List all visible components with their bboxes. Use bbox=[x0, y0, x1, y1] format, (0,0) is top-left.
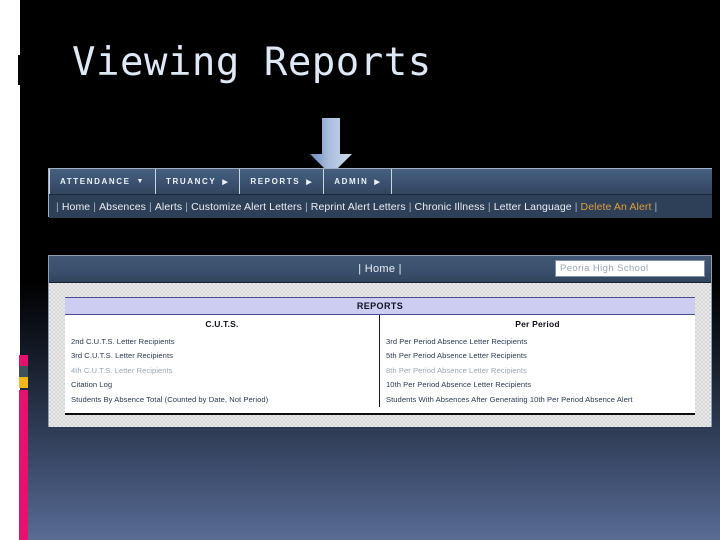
menubar-filler bbox=[392, 169, 712, 194]
report-link-3rd-cuts[interactable]: 3rd C.U.T.S. Letter Recipients bbox=[71, 349, 379, 364]
report-link-5th-per-period[interactable]: 5th Per Period Absence Letter Recipients bbox=[386, 349, 695, 364]
submenu-separator: | bbox=[56, 200, 59, 213]
school-select-value: Peoria High School bbox=[560, 263, 649, 274]
reports-column-cuts-header: C.U.T.S. bbox=[205, 319, 239, 329]
main-menubar: ATTENDANCE ▼ TRUANCY ▶ REPORTS ▶ ADMIN ▶ bbox=[49, 169, 712, 195]
menu-item-admin[interactable]: ADMIN ▶ bbox=[324, 169, 393, 194]
report-link-students-with-absences-after-10th[interactable]: Students With Absences After Generating … bbox=[386, 392, 695, 407]
app-topbar: | Home | Peoria High School bbox=[49, 256, 711, 283]
reports-table: REPORTS C.U.T.S. 2nd C.U.T.S. Letter Rec… bbox=[65, 297, 695, 415]
report-link-2nd-cuts[interactable]: 2nd C.U.T.S. Letter Recipients bbox=[71, 334, 379, 349]
submenu-item-alerts[interactable]: Alerts bbox=[155, 201, 182, 213]
submenu-item-customize-alert-letters[interactable]: Customize Alert Letters bbox=[191, 201, 302, 213]
chevron-right-icon: ▶ bbox=[306, 178, 314, 186]
menu-item-truancy-label: TRUANCY bbox=[166, 177, 217, 186]
menu-item-reports[interactable]: REPORTS ▶ bbox=[240, 169, 325, 194]
report-link-4th-cuts[interactable]: 4th C.U.T.S. Letter Recipients bbox=[71, 363, 379, 378]
submenu-item-home[interactable]: Home bbox=[62, 201, 90, 213]
report-link-8th-per-period[interactable]: 8th Per Period Absence Letter Recipients bbox=[386, 363, 695, 378]
home-link[interactable]: | Home | bbox=[358, 263, 402, 275]
decorative-bar-teal bbox=[19, 366, 28, 377]
submenu-separator: | bbox=[654, 200, 658, 213]
submenu-separator: | bbox=[93, 200, 97, 213]
menu-item-truancy[interactable]: TRUANCY ▶ bbox=[156, 169, 241, 194]
reports-page-screenshot: | Home | Peoria High School REPORTS C.U.… bbox=[48, 255, 712, 427]
chevron-right-icon: ▶ bbox=[222, 178, 230, 186]
submenu-separator: | bbox=[304, 200, 308, 213]
reports-column-cuts: C.U.T.S. 2nd C.U.T.S. Letter Recipients … bbox=[65, 315, 380, 407]
submenu-item-chronic-illness[interactable]: Chronic Illness bbox=[415, 201, 485, 213]
submenu-item-reprint-alert-letters[interactable]: Reprint Alert Letters bbox=[311, 201, 406, 213]
submenu-item-absences[interactable]: Absences bbox=[99, 201, 146, 213]
reports-columns: C.U.T.S. 2nd C.U.T.S. Letter Recipients … bbox=[65, 315, 695, 407]
reports-column-cuts-list: 2nd C.U.T.S. Letter Recipients 3rd C.U.T… bbox=[65, 334, 379, 407]
menu-item-reports-label: REPORTS bbox=[250, 177, 301, 186]
submenu-item-letter-language[interactable]: Letter Language bbox=[494, 201, 572, 213]
menu-item-attendance[interactable]: ATTENDANCE ▼ bbox=[49, 169, 157, 194]
menu-item-attendance-label: ATTENDANCE bbox=[60, 177, 131, 186]
app-content-area: REPORTS C.U.T.S. 2nd C.U.T.S. Letter Rec… bbox=[49, 283, 711, 427]
chevron-down-icon: ▼ bbox=[136, 178, 146, 185]
slide-left-margin bbox=[0, 0, 20, 540]
menu-item-admin-label: ADMIN bbox=[334, 177, 369, 186]
submenu-separator: | bbox=[185, 200, 189, 213]
report-link-citation-log[interactable]: Citation Log bbox=[71, 378, 379, 393]
submenu-separator: | bbox=[408, 200, 412, 213]
decorative-bar-magenta-long bbox=[19, 390, 28, 540]
reports-column-per-period: Per Period 3rd Per Period Absence Letter… bbox=[380, 315, 695, 407]
attendance-submenu: | Home | Absences | Alerts | Customize A… bbox=[49, 195, 712, 218]
submenu-separator: | bbox=[487, 200, 491, 213]
reports-table-title: REPORTS bbox=[65, 297, 695, 315]
slide-canvas: Viewing Reports ATTENDANCE ▼ TRUANCY ▶ R… bbox=[0, 0, 720, 540]
report-link-3rd-per-period[interactable]: 3rd Per Period Absence Letter Recipients bbox=[386, 334, 695, 349]
chevron-right-icon: ▶ bbox=[374, 178, 382, 186]
report-link-students-by-absence-total[interactable]: Students By Absence Total (Counted by Da… bbox=[71, 392, 379, 407]
submenu-item-delete-an-alert[interactable]: Delete An Alert bbox=[581, 201, 652, 213]
decorative-bar-magenta-top bbox=[19, 355, 28, 366]
reports-column-per-period-header: Per Period bbox=[515, 319, 560, 329]
attendance-nav-screenshot: ATTENDANCE ▼ TRUANCY ▶ REPORTS ▶ ADMIN ▶… bbox=[48, 168, 712, 218]
decorative-black-tab bbox=[18, 55, 29, 85]
submenu-separator: | bbox=[574, 200, 578, 213]
submenu-separator: | bbox=[149, 200, 152, 213]
page-title: Viewing Reports bbox=[72, 40, 432, 85]
report-link-10th-per-period[interactable]: 10th Per Period Absence Letter Recipient… bbox=[386, 378, 695, 393]
school-select[interactable]: Peoria High School bbox=[555, 260, 705, 277]
decorative-bar-yellow bbox=[19, 377, 28, 388]
reports-column-per-period-list: 3rd Per Period Absence Letter Recipients… bbox=[380, 334, 695, 407]
